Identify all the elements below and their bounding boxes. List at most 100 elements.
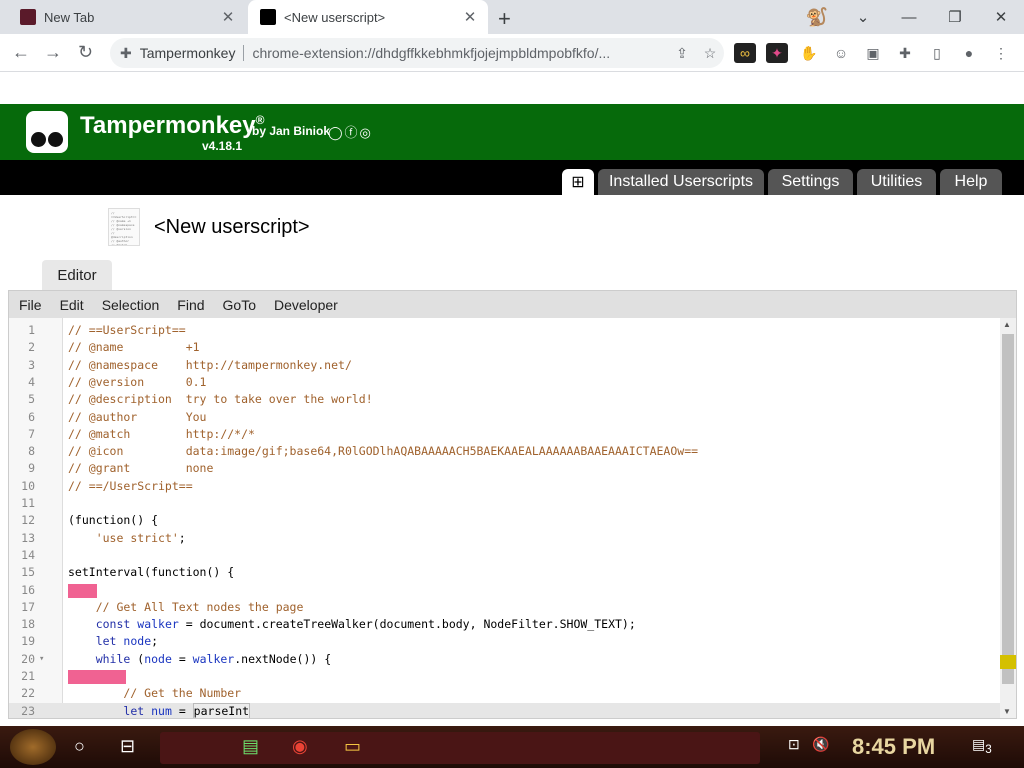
- new-tab-plus-icon[interactable]: +: [498, 6, 511, 32]
- file-explorer-icon[interactable]: ▭: [344, 736, 361, 757]
- new-script-tab-plus-icon[interactable]: ⊞: [562, 169, 594, 195]
- code-line[interactable]: 8 // @icon data:image/gif;base64,R0lGODlh…: [9, 443, 1001, 460]
- code-line[interactable]: 23 let num = parseInt: [9, 702, 1001, 718]
- menu-developer[interactable]: Developer: [264, 297, 346, 313]
- code-line[interactable]: 11: [9, 495, 1001, 512]
- editor-menubar: File Edit Selection Find GoTo Developer: [9, 291, 1016, 318]
- notification-icon[interactable]: ▤3: [972, 736, 992, 756]
- code-line[interactable]: 16: [9, 582, 1001, 599]
- tampermonkey-favicon-icon: [260, 9, 276, 25]
- minimize-icon[interactable]: —: [886, 9, 932, 26]
- close-icon[interactable]: ✕: [218, 8, 238, 26]
- close-window-icon[interactable]: ✕: [978, 8, 1024, 26]
- line-number: 17: [21, 599, 35, 614]
- code-text: 'use strict';: [95, 530, 186, 545]
- code-line[interactable]: 5 // @description try to take over the wo…: [9, 391, 1001, 408]
- code-line[interactable]: 19 let node;: [9, 633, 1001, 650]
- line-number: 5: [28, 392, 35, 407]
- tab-utilities[interactable]: Utilities: [857, 169, 936, 195]
- menu-find[interactable]: Find: [167, 297, 212, 313]
- side-panel-icon[interactable]: ▯: [926, 43, 948, 63]
- code-line[interactable]: 18 const walker = document.createTreeWal…: [9, 616, 1001, 633]
- tab-settings[interactable]: Settings: [768, 169, 853, 195]
- code-line[interactable]: 10 // ==/UserScript==: [9, 478, 1001, 495]
- line-number: 8: [28, 444, 35, 459]
- code-text: while (node = walker.nextNode()) {: [95, 651, 332, 666]
- clock[interactable]: 8:45 PM: [852, 734, 935, 760]
- code-line[interactable]: 20 while (node = walker.nextNode()) {: [9, 651, 1001, 668]
- code-line[interactable]: 9 // @grant none: [9, 460, 1001, 477]
- extension-figure-icon[interactable]: ✦: [766, 43, 788, 63]
- tab-title: New Tab: [44, 9, 95, 25]
- forward-icon[interactable]: →: [44, 42, 62, 63]
- task-view-icon[interactable]: ⊟: [120, 736, 135, 757]
- tab-installed-userscripts[interactable]: Installed Userscripts: [598, 169, 764, 195]
- code-text: // ==UserScript==: [68, 323, 186, 337]
- scroll-down-icon[interactable]: ▼: [1003, 707, 1011, 716]
- menu-goto[interactable]: GoTo: [213, 297, 264, 313]
- back-icon[interactable]: ←: [12, 42, 30, 63]
- tab-help[interactable]: Help: [940, 169, 1002, 195]
- share-icon[interactable]: ⇪: [668, 45, 696, 62]
- address-bar[interactable]: ✚ Tampermonkey chrome-extension://dhdgff…: [110, 38, 724, 68]
- code-line[interactable]: 15 setInterval(function() {: [9, 564, 1001, 581]
- tampermonkey-extension-icon[interactable]: ▣: [862, 43, 884, 63]
- extension-link-icon[interactable]: ∞: [734, 43, 756, 63]
- code-line[interactable]: 21: [9, 668, 1001, 685]
- code-line[interactable]: 22 // Get the Number: [9, 685, 1001, 702]
- chevron-down-icon[interactable]: ⌄: [840, 8, 886, 26]
- line-number: 14: [21, 547, 35, 562]
- browser-tab-new-tab[interactable]: New Tab ✕: [8, 0, 246, 34]
- notes-app-icon[interactable]: ▤: [242, 736, 259, 757]
- code-line[interactable]: 2 // @name +1: [9, 339, 1001, 356]
- tab-strip: New Tab ✕ <New userscript> ✕ + 🐒 ⌄ — ❐ ✕: [0, 0, 1024, 34]
- extensions-puzzle-icon[interactable]: ✚: [894, 43, 916, 63]
- code-line[interactable]: 3 // @namespace http://tampermonkey.net/: [9, 357, 1001, 374]
- volume-muted-icon[interactable]: 🔇: [812, 736, 829, 753]
- code-area[interactable]: 1 // ==UserScript== 2 // @name +1 3 // @names…: [9, 318, 1001, 718]
- brand-title: Tampermonkey®: [80, 112, 265, 139]
- taskbar-apps: ▤ ◉ ▭: [160, 732, 760, 764]
- code-line[interactable]: 6 // @author You: [9, 409, 1001, 426]
- extension-face-icon[interactable]: ☺: [830, 43, 852, 63]
- profile-icon[interactable]: ●: [958, 43, 980, 63]
- code-line[interactable]: 12 (function() {: [9, 512, 1001, 529]
- chrome-icon[interactable]: ◉: [292, 736, 308, 757]
- tab-title: <New userscript>: [284, 9, 386, 25]
- code-line[interactable]: 13 'use strict';: [9, 530, 1001, 547]
- browser-tab-new-userscript[interactable]: <New userscript> ✕: [248, 0, 488, 34]
- line-number: 15: [21, 565, 35, 580]
- code-line[interactable]: 1 // ==UserScript==: [9, 322, 1001, 339]
- line-number: 20: [9, 651, 44, 668]
- code-line[interactable]: 4 // @version 0.1: [9, 374, 1001, 391]
- editor-scrollbar[interactable]: ▲ ▼: [1000, 318, 1016, 718]
- social-icons[interactable]: ◯ⓕ◎: [328, 122, 373, 141]
- extension-hand-icon[interactable]: ✋: [798, 43, 820, 63]
- network-icon[interactable]: ⊡: [788, 736, 800, 753]
- more-vert-icon[interactable]: ⋮: [990, 43, 1012, 63]
- menu-selection[interactable]: Selection: [92, 297, 168, 313]
- scroll-up-icon[interactable]: ▲: [1003, 320, 1011, 329]
- window-controls: 🐒 ⌄ — ❐ ✕: [794, 0, 1024, 34]
- menu-edit[interactable]: Edit: [50, 297, 92, 313]
- tab-editor[interactable]: Editor: [42, 260, 112, 290]
- code-line[interactable]: 7 // @match http://*/*: [9, 426, 1001, 443]
- search-circle-icon[interactable]: ○: [74, 736, 85, 757]
- url-text[interactable]: chrome-extension://dhdgffkkebhmkfjojejmp…: [252, 45, 668, 61]
- scroll-thumb[interactable]: [1002, 334, 1014, 684]
- code-line[interactable]: 17 // Get All Text nodes the page: [9, 599, 1001, 616]
- close-icon[interactable]: ✕: [460, 8, 480, 26]
- menu-file[interactable]: File: [9, 297, 50, 313]
- code-text: // ==/UserScript==: [68, 478, 193, 493]
- code-line[interactable]: 14: [9, 547, 1001, 564]
- line-number: 12: [21, 513, 35, 528]
- line-number: 6: [28, 409, 35, 424]
- line-number: 1: [28, 323, 35, 337]
- profile-avatar-icon[interactable]: 🐒: [794, 7, 840, 28]
- start-button[interactable]: [10, 729, 56, 765]
- reload-icon[interactable]: ↻: [78, 42, 93, 63]
- star-icon[interactable]: ☆: [696, 45, 724, 62]
- restore-icon[interactable]: ❐: [932, 8, 978, 26]
- code-text: // @icon data:image/gif;base64,R0lGODlhA…: [68, 444, 699, 459]
- toolbar: ← → ↻ ✚ Tampermonkey chrome-extension://…: [0, 34, 1024, 72]
